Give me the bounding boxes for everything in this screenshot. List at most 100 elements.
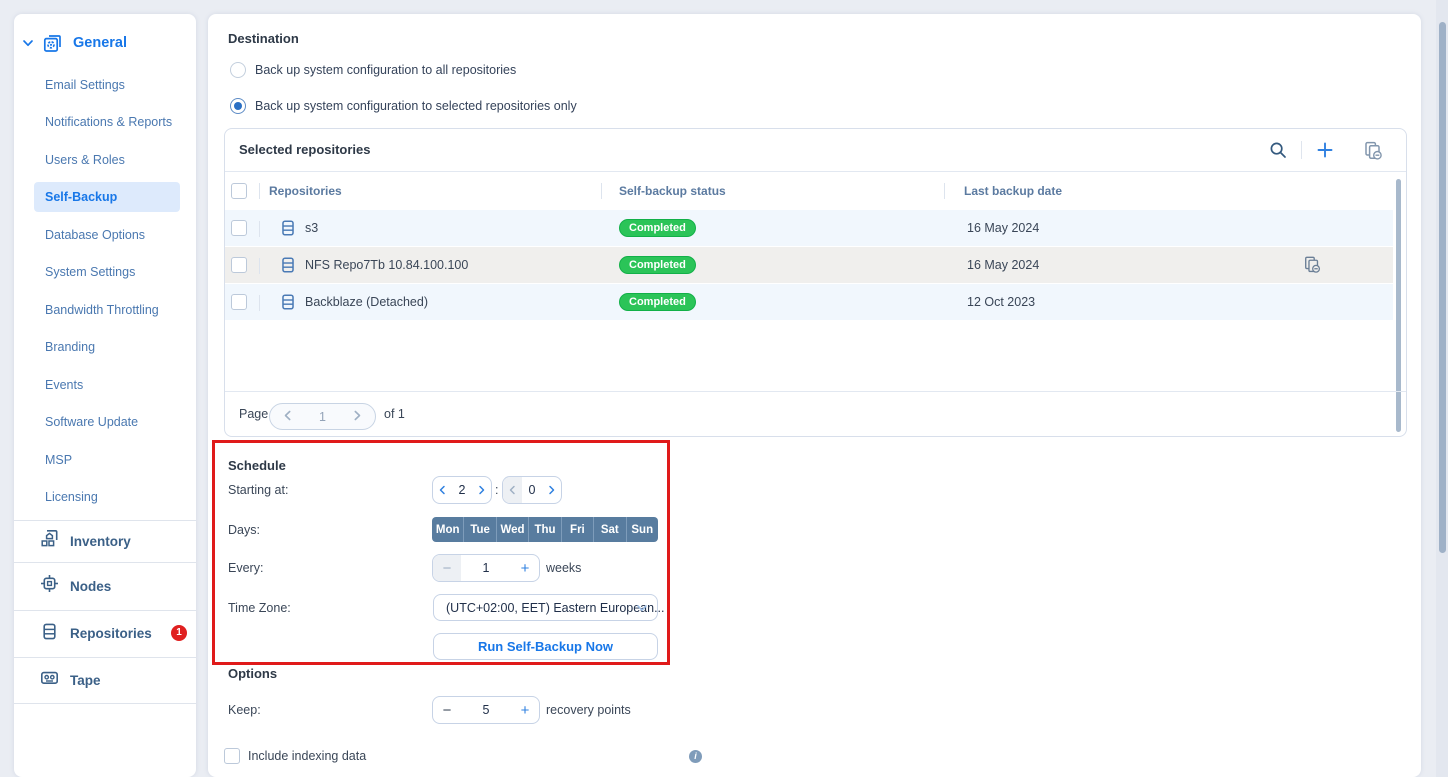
repository-name: NFS Repo7Tb 10.84.100.100 — [305, 247, 468, 283]
table-row[interactable]: s3 Completed 16 May 2024 — [225, 210, 1393, 246]
column-divider — [944, 183, 945, 199]
every-increment-icon[interactable]: + — [511, 555, 539, 581]
page-next-icon[interactable] — [352, 408, 362, 426]
panel-title: Selected repositories — [239, 129, 371, 171]
day-toggle-wed[interactable]: Wed — [496, 517, 528, 542]
run-self-backup-button[interactable]: Run Self-Backup Now — [433, 633, 658, 660]
table-row[interactable]: NFS Repo7Tb 10.84.100.100 Completed 16 M… — [225, 247, 1393, 283]
toolbar-divider — [1301, 141, 1302, 159]
divider — [14, 703, 196, 704]
sidebar-item-email-settings[interactable]: Email Settings — [34, 70, 180, 100]
panel-toolbar — [1261, 129, 1390, 171]
sidebar-item-tape[interactable]: Tape — [14, 657, 196, 703]
radio-selected-repositories[interactable]: Back up system configuration to selected… — [230, 98, 577, 114]
keep-increment-icon[interactable]: + — [511, 697, 539, 723]
page-prev-icon[interactable] — [283, 408, 293, 426]
page-number-input[interactable]: 1 — [319, 410, 326, 424]
day-toggle-fri[interactable]: Fri — [561, 517, 593, 542]
sidebar-item-events[interactable]: Events — [34, 370, 180, 400]
sidebar-item-software-update[interactable]: Software Update — [34, 407, 180, 437]
sidebar-item-notifications-reports[interactable]: Notifications & Reports — [34, 107, 180, 137]
sidebar-item-system-settings[interactable]: System Settings — [34, 257, 180, 287]
keep-stepper[interactable]: − 5 + — [432, 696, 540, 724]
minute-increment-icon[interactable] — [542, 477, 561, 503]
days-label: Days: — [228, 523, 260, 537]
column-header-status[interactable]: Self-backup status — [619, 175, 726, 207]
checkbox-icon[interactable] — [224, 748, 240, 764]
day-toggle-mon[interactable]: Mon — [432, 517, 463, 542]
status-badge: Completed — [619, 219, 696, 237]
every-stepper[interactable]: − 1 + — [432, 554, 540, 582]
status-badge: Completed — [619, 293, 696, 311]
every-label: Every: — [228, 561, 263, 575]
schedule-heading: Schedule — [228, 458, 286, 473]
divider — [225, 171, 1406, 172]
hour-decrement-icon[interactable] — [433, 477, 452, 503]
radio-all-repositories[interactable]: Back up system configuration to all repo… — [230, 62, 516, 78]
row-checkbox[interactable] — [231, 220, 247, 236]
repository-name: Backblaze (Detached) — [305, 284, 428, 320]
sidebar-item-repositories[interactable]: Repositories 1 — [14, 610, 196, 657]
hour-value[interactable]: 2 — [452, 483, 472, 497]
every-value[interactable]: 1 — [461, 561, 511, 575]
keep-decrement-icon[interactable]: − — [433, 697, 461, 723]
radio-icon[interactable] — [230, 62, 246, 78]
destination-heading: Destination — [228, 31, 299, 46]
day-toggle-sun[interactable]: Sun — [626, 517, 658, 542]
day-toggle-tue[interactable]: Tue — [463, 517, 495, 542]
sidebar-item-licensing[interactable]: Licensing — [34, 482, 180, 512]
app-window: General Email Settings Notifications & R… — [0, 0, 1448, 777]
window-scrollbar-thumb[interactable] — [1439, 22, 1446, 553]
sidebar-item-bandwidth-throttling[interactable]: Bandwidth Throttling — [34, 295, 180, 325]
include-indexing-checkbox-row[interactable]: Include indexing data — [224, 748, 366, 764]
day-toggle-thu[interactable]: Thu — [528, 517, 560, 542]
search-icon[interactable] — [1261, 135, 1295, 165]
repositories-icon — [40, 622, 59, 646]
sidebar-item-general[interactable]: General — [14, 24, 196, 62]
hour-increment-icon[interactable] — [472, 477, 491, 503]
column-divider — [259, 295, 260, 311]
info-icon[interactable]: i — [689, 750, 702, 763]
column-header-last-backup[interactable]: Last backup date — [964, 175, 1062, 207]
repository-name: s3 — [305, 210, 318, 246]
sidebar-item-msp[interactable]: MSP — [34, 445, 180, 475]
day-toggle-sat[interactable]: Sat — [593, 517, 625, 542]
column-divider — [601, 183, 602, 199]
sidebar-item-self-backup[interactable]: Self-Backup — [34, 182, 180, 212]
hour-spinner[interactable]: 2 — [432, 476, 492, 504]
tape-icon — [40, 668, 59, 692]
sidebar-item-users-roles[interactable]: Users & Roles — [34, 145, 180, 175]
sidebar: General Email Settings Notifications & R… — [14, 14, 196, 777]
sidebar-item-nodes[interactable]: Nodes — [14, 562, 196, 610]
days-selector: Mon Tue Wed Thu Fri Sat Sun — [432, 517, 658, 542]
options-heading: Options — [228, 666, 277, 681]
minute-decrement-icon[interactable] — [503, 477, 522, 503]
sidebar-nodes-label: Nodes — [70, 579, 111, 594]
table-row[interactable]: Backblaze (Detached) Completed 12 Oct 20… — [225, 284, 1393, 320]
every-decrement-icon[interactable]: − — [433, 555, 461, 581]
remove-row-icon[interactable] — [1303, 255, 1322, 279]
remove-from-schedule-icon[interactable] — [1356, 135, 1390, 165]
radio-selected-icon[interactable] — [230, 98, 246, 114]
row-checkbox[interactable] — [231, 257, 247, 273]
time-zone-dropdown[interactable]: (UTC+02:00, EET) Eastern European... — [433, 594, 658, 621]
general-settings-icon — [43, 34, 62, 53]
repository-icon — [279, 293, 297, 316]
last-backup-date: 16 May 2024 — [967, 247, 1039, 283]
row-checkbox[interactable] — [231, 294, 247, 310]
table-scrollbar[interactable] — [1396, 179, 1401, 432]
include-indexing-label: Include indexing data — [248, 749, 366, 763]
every-unit: weeks — [546, 561, 581, 575]
last-backup-date: 12 Oct 2023 — [967, 284, 1035, 320]
select-all-checkbox[interactable] — [231, 183, 247, 199]
main-panel: Destination Back up system configuration… — [208, 14, 1421, 777]
column-header-repositories[interactable]: Repositories — [269, 175, 342, 207]
sidebar-item-database-options[interactable]: Database Options — [34, 220, 180, 250]
keep-value[interactable]: 5 — [461, 703, 511, 717]
sidebar-item-branding[interactable]: Branding — [34, 332, 180, 362]
sidebar-item-inventory[interactable]: Inventory — [14, 520, 196, 562]
chevron-down-icon[interactable] — [22, 37, 34, 49]
add-repository-icon[interactable] — [1308, 135, 1342, 165]
minute-spinner[interactable]: 0 — [502, 476, 562, 504]
minute-value[interactable]: 0 — [522, 483, 542, 497]
